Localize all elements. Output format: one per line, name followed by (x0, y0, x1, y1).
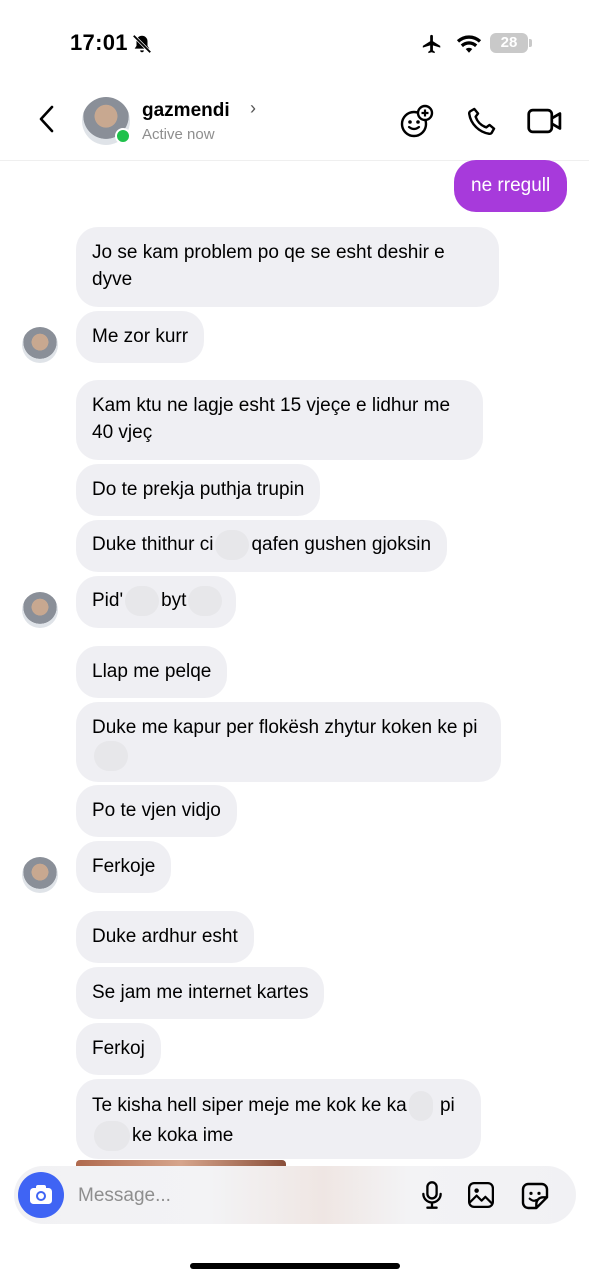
microphone-icon[interactable] (418, 1180, 446, 1210)
sender-avatar[interactable] (22, 857, 58, 893)
message-text: Me zor kurr (92, 326, 189, 347)
received-message[interactable]: Po te vjen vidjo (76, 785, 237, 837)
received-message[interactable]: Ferkoje (76, 841, 172, 893)
received-message[interactable]: Duke ardhur esht (76, 911, 254, 963)
received-message[interactable]: Llap me pelqe (76, 646, 228, 698)
received-message[interactable]: Jo se kam problem po qe se esht deshir e… (76, 227, 499, 307)
message-text: Ferkoj (92, 1038, 145, 1059)
avatar-effects-icon[interactable] (398, 104, 434, 140)
sender-avatar[interactable] (22, 592, 58, 628)
message-text: Se jam me internet kartes (92, 982, 309, 1003)
message-text: Kam ktu ne lagje esht 15 vjeçe e lidhur … (92, 395, 451, 443)
message-text: Llap me pelqe (92, 661, 212, 682)
message-text: Po te vjen vidjo (92, 800, 221, 821)
message-input[interactable] (76, 1180, 380, 1212)
home-indicator[interactable] (190, 1263, 400, 1269)
received-message[interactable]: Do te prekja puthja trupin (76, 464, 321, 516)
sticker-icon[interactable] (519, 1180, 551, 1212)
redacted-blur (188, 586, 223, 616)
phone-icon[interactable] (465, 104, 499, 138)
video-camera-icon[interactable] (526, 104, 564, 138)
chevron-left-icon[interactable] (34, 103, 60, 135)
image-icon[interactable] (466, 1180, 496, 1210)
received-message[interactable]: Ferkoj (76, 1023, 161, 1075)
status-time: 17:01 (70, 30, 128, 55)
status-bar: 17:01 28 (0, 0, 589, 80)
battery-tip (529, 39, 532, 47)
message-text: Duke ardhur esht (92, 926, 238, 947)
received-message[interactable]: Duke me kapur per flokësh zhytur koken k… (76, 702, 501, 782)
online-indicator (115, 128, 131, 144)
camera-icon (30, 1185, 52, 1204)
message-text: Jo se kam problem po qe se esht deshir e… (92, 242, 445, 290)
message-text: Do te prekja puthja trupin (92, 479, 305, 500)
message-text: Duke me kapur per flokësh zhytur koken k… (92, 717, 478, 738)
message-text: qafen gushen gjoksin (251, 534, 432, 556)
battery-indicator: 28 (490, 33, 528, 53)
message-text: ke koka ime (132, 1125, 234, 1147)
wifi-icon (456, 35, 482, 53)
message-text: Pid' (92, 590, 124, 612)
sender-avatar[interactable] (22, 327, 58, 363)
received-message[interactable]: Kam ktu ne lagje esht 15 vjeçe e lidhur … (76, 380, 483, 460)
chevron-right-icon[interactable]: › (250, 98, 256, 119)
sent-message[interactable]: ne rregull (454, 160, 568, 212)
message-text: byt (161, 590, 187, 612)
airplane-icon (422, 34, 441, 54)
bell-off-icon (132, 34, 152, 54)
redacted-blur (94, 1121, 130, 1151)
camera-button[interactable] (18, 1172, 64, 1218)
contact-name[interactable]: gazmendi (142, 100, 230, 122)
message-text: Ferkoje (92, 856, 156, 877)
received-message[interactable]: Duke thithur ci qafen gushen gjoksin (76, 520, 448, 572)
received-message[interactable]: Pid' byt (76, 576, 237, 628)
message-text: ne rregull (471, 175, 551, 196)
message-composer (14, 1166, 576, 1224)
message-text: Duke thithur ci (92, 534, 214, 556)
redacted-blur (215, 530, 250, 560)
message-text: Te kisha hell siper meje me kok ke ka (92, 1095, 407, 1117)
redacted-blur (408, 1091, 433, 1121)
redacted-blur (94, 741, 128, 771)
message-text: pi (439, 1095, 455, 1117)
received-message[interactable]: Te kisha hell siper meje me kok ke ka pi… (76, 1079, 481, 1159)
chat-header: gazmendi › Active now (0, 80, 589, 161)
received-message[interactable]: Me zor kurr (76, 311, 205, 363)
received-message[interactable]: Se jam me internet kartes (76, 967, 325, 1019)
redacted-blur (125, 586, 160, 616)
active-status: Active now (142, 126, 215, 143)
